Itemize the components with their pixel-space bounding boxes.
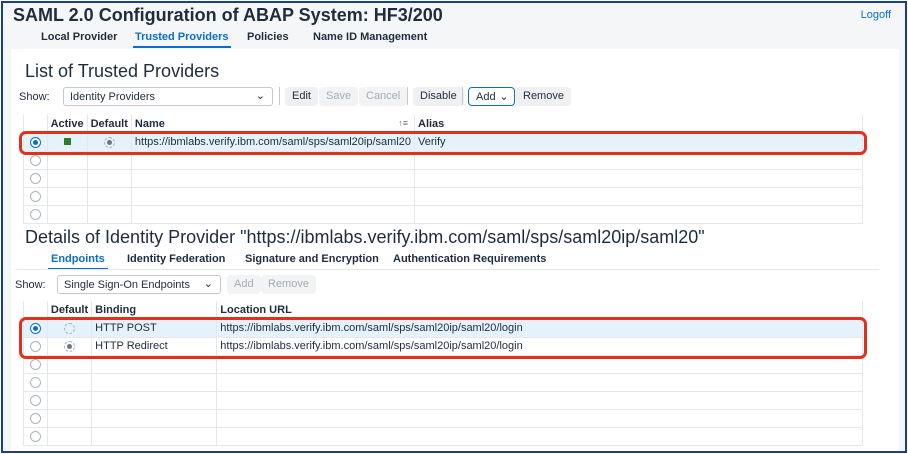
table-row-empty — [23, 390, 863, 410]
row-select-radio[interactable] — [29, 172, 41, 184]
row-select-radio[interactable] — [29, 376, 41, 388]
toolbar-divider — [462, 87, 463, 105]
column-default[interactable]: Default — [46, 301, 93, 320]
column-name-label: Name — [134, 117, 165, 130]
default-radio[interactable] — [64, 322, 76, 334]
show-label: Show: — [19, 91, 50, 103]
add-button-label: Add — [476, 91, 496, 103]
endpoint-location: https://ibmlabs.verify.ibm.com/saml/sps/… — [216, 318, 863, 338]
tab-endpoints[interactable]: Endpoints — [48, 253, 108, 270]
row-select-radio[interactable] — [29, 208, 41, 220]
endpoint-binding: HTTP POST — [91, 318, 218, 338]
row-select-radio[interactable] — [29, 154, 41, 166]
row-select-radio[interactable] — [29, 412, 41, 424]
endpoints-table: Default Binding Location URL HTTP POST h… — [23, 301, 863, 446]
window-frame: SAML 2.0 Configuration of ABAP System: H… — [1, 1, 907, 453]
row-select-radio[interactable] — [29, 358, 41, 370]
tabs-divider — [15, 269, 879, 270]
endpoint-add-button[interactable]: Add — [227, 275, 261, 294]
column-location-url[interactable]: Location URL — [216, 301, 863, 320]
providers-toolbar: Show: Identity Providers ⌄ Edit Save Can… — [17, 87, 877, 107]
sort-ascending-icon[interactable]: ↑≡ — [398, 118, 408, 128]
default-radio[interactable] — [103, 136, 115, 148]
table-row-empty — [23, 408, 863, 428]
row-select-radio[interactable] — [29, 430, 41, 442]
tab-signature-encryption[interactable]: Signature and Encryption — [245, 253, 379, 265]
main-tabs: Local Provider Trusted Providers Policie… — [3, 29, 905, 49]
table-row-empty — [23, 186, 863, 206]
select-column-header — [23, 301, 48, 320]
table-row-empty — [23, 354, 863, 374]
column-name[interactable]: Name ↑≡ — [130, 115, 416, 134]
logoff-link[interactable]: Logoff — [861, 9, 891, 21]
default-radio[interactable] — [64, 340, 76, 352]
provider-name: https://ibmlabs.verify.ibm.com/saml/sps/… — [130, 132, 416, 152]
row-select-radio[interactable] — [29, 394, 41, 406]
endpoints-show-select[interactable]: Single Sign-On Endpoints ⌄ — [57, 275, 221, 294]
tab-policies[interactable]: Policies — [247, 31, 289, 43]
providers-show-select[interactable]: Identity Providers ⌄ — [63, 87, 273, 106]
endpoint-remove-button[interactable]: Remove — [261, 275, 316, 294]
providers-show-value: Identity Providers — [70, 91, 155, 103]
chevron-down-icon: ⌄ — [255, 90, 265, 102]
toolbar-divider — [407, 87, 408, 105]
table-row[interactable]: HTTP POST https://ibmlabs.verify.ibm.com… — [23, 318, 863, 338]
table-row-empty — [23, 204, 863, 224]
table-row[interactable]: https://ibmlabs.verify.ibm.com/saml/sps/… — [23, 132, 863, 152]
row-select-radio[interactable] — [29, 340, 41, 352]
chevron-down-icon: ⌄ — [499, 91, 509, 103]
column-active[interactable]: Active — [46, 115, 88, 134]
chevron-down-icon: ⌄ — [203, 278, 213, 290]
row-select-radio[interactable] — [29, 136, 41, 148]
endpoint-location: https://ibmlabs.verify.ibm.com/saml/sps/… — [216, 336, 863, 356]
save-button[interactable]: Save — [319, 87, 359, 106]
tab-identity-federation[interactable]: Identity Federation — [127, 253, 225, 265]
row-select-radio[interactable] — [29, 190, 41, 202]
column-default[interactable]: Default — [86, 115, 132, 134]
active-status-icon — [63, 138, 71, 145]
edit-button[interactable]: Edit — [285, 87, 318, 106]
table-row[interactable]: HTTP Redirect https://ibmlabs.verify.ibm… — [23, 336, 863, 356]
add-button[interactable]: Add ⌄ — [468, 87, 515, 106]
disable-button[interactable]: Disable — [413, 87, 464, 106]
tab-authentication-requirements[interactable]: Authentication Requirements — [393, 253, 546, 265]
endpoint-binding: HTTP Redirect — [91, 336, 218, 356]
tab-local-provider[interactable]: Local Provider — [41, 31, 117, 43]
table-header-row: Active Default Name ↑≡ Alias — [23, 115, 863, 134]
column-alias[interactable]: Alias — [414, 115, 863, 134]
providers-table: Active Default Name ↑≡ Alias https://ibml… — [23, 115, 863, 224]
table-row-empty — [23, 372, 863, 392]
table-row-empty — [23, 168, 863, 188]
row-select-radio[interactable] — [29, 322, 41, 334]
table-row-empty — [23, 426, 863, 446]
show-label: Show: — [15, 279, 46, 291]
toolbar-divider — [279, 87, 280, 105]
endpoints-show-value: Single Sign-On Endpoints — [64, 279, 190, 291]
provider-alias: Verify — [414, 132, 863, 152]
tab-trusted-providers[interactable]: Trusted Providers — [133, 31, 231, 48]
table-header-row: Default Binding Location URL — [23, 301, 863, 320]
select-column-header — [23, 115, 48, 134]
details-heading: Details of Identity Provider "https://ib… — [25, 227, 705, 247]
content-panel: List of Trusted Providers Show: Identity… — [11, 49, 899, 451]
tab-name-id-management[interactable]: Name ID Management — [313, 31, 427, 43]
column-binding[interactable]: Binding — [91, 301, 218, 320]
providers-heading: List of Trusted Providers — [25, 61, 220, 81]
remove-button[interactable]: Remove — [516, 87, 571, 106]
cancel-button[interactable]: Cancel — [359, 87, 408, 106]
table-row-empty — [23, 150, 863, 170]
page-title: SAML 2.0 Configuration of ABAP System: H… — [13, 5, 443, 25]
